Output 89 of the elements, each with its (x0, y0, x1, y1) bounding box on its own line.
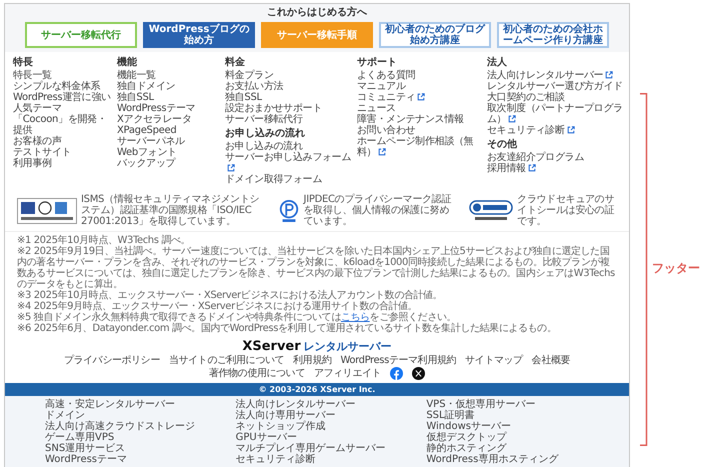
service-link[interactable]: GPUサーバー (236, 432, 426, 443)
footer-link[interactable]: 利用事例 (13, 158, 113, 169)
footer-link[interactable]: サーバーパネル (117, 136, 221, 147)
footer-link[interactable]: 障害・メンテナンス情報 (357, 114, 483, 125)
footer-link[interactable]: レンタルサーバー選び方ガイド (487, 81, 629, 92)
copyright-bar: © 2003-2026 XServer Inc. (5, 383, 629, 396)
service-link[interactable]: WordPressテーマ (45, 454, 236, 465)
footer-link[interactable]: WordPress運営に強い (13, 92, 113, 103)
footer-link[interactable]: 人気テーマ「Cocoon」を開発・提供 (13, 103, 113, 136)
footer-link[interactable]: コミュニティ (357, 92, 483, 103)
service-link[interactable]: 仮想デスクトップ (426, 432, 617, 443)
footer-link[interactable]: 機能一覧 (117, 70, 221, 81)
footer-link[interactable]: お申し込みの流れ (225, 141, 353, 152)
banner-link[interactable]: サーバー移転代行 (25, 22, 137, 48)
footer-nav-link[interactable]: 利用規約 (293, 355, 332, 366)
footer-link[interactable]: 設定おまかせサポート (225, 103, 353, 114)
certification-text: ISMS（情報セキュリティマネジメントシステム）認証基準の国際規格「ISO/IEC 27001:2013」を取得しています。 (81, 194, 260, 227)
service-link[interactable]: SSL証明書 (426, 410, 617, 421)
footer-link[interactable]: マニュアル (357, 81, 483, 92)
footer-nav-link[interactable]: 会社概要 (532, 355, 570, 366)
footer-link[interactable]: ホームページ制作相談（無料） (357, 136, 483, 158)
service-link[interactable]: SNS運用サービス (45, 443, 236, 454)
footer-nav-link[interactable]: プライバシーポリシー (64, 355, 160, 366)
footer-nav-link[interactable]: アフィリエイト (314, 368, 382, 379)
column-heading: お申し込みの流れ (225, 128, 306, 140)
service-link[interactable]: 静的ホスティング (426, 443, 617, 454)
footnote-link[interactable]: こちら (340, 312, 370, 323)
footer-link[interactable]: お友達紹介プログラム (487, 152, 629, 163)
service-link[interactable]: Windowsサーバー (426, 421, 617, 432)
footnote: ※5 独自ドメイン永久無料特典で取得できるドメインや特典条件についてはこちらをご参照ください。 (17, 312, 456, 323)
footer-link[interactable]: Webフォント (117, 147, 221, 158)
footnote: ※3 2025年10月時点、エックスサーバー・XServerビジネスにおける法人アカウント数の合計値。 (17, 290, 444, 301)
footer-link[interactable]: 料金プラン (225, 70, 353, 81)
column-heading: その他 (487, 139, 518, 151)
service-link[interactable]: 高速・安定レンタルサーバー (45, 399, 236, 410)
service-link[interactable]: 法人向け高速クラウドストレージ (45, 421, 236, 432)
footer-link[interactable]: Xアクセラレータ (117, 114, 221, 125)
footer-link[interactable]: ニュース (357, 103, 483, 114)
footer-link[interactable]: 特長一覧 (13, 70, 113, 81)
footer-link[interactable]: お支払い方法 (225, 81, 353, 92)
footer-link[interactable]: WordPressテーマ (117, 103, 221, 114)
column-heading: 法人 (487, 57, 508, 69)
service-link[interactable]: ゲーム専用VPS (45, 432, 236, 443)
banner-link[interactable]: 初心者のための会社ホームページ作り方講座 (497, 22, 609, 48)
certification-text: JIPDECのプライバシーマーク認証を取得し、個人情報の保護に努めています。 (304, 194, 452, 227)
footer-link[interactable]: XPageSpeed (117, 125, 221, 136)
footer-link[interactable]: テストサイト (13, 147, 113, 158)
footer-link[interactable]: 法人向けレンタルサーバー (487, 70, 629, 81)
footer-link[interactable]: バックアップ (117, 158, 221, 169)
footer-link[interactable]: 大口契約のご相談 (487, 92, 629, 103)
banner-link[interactable]: 初心者のためのブログ始め方講座 (379, 22, 491, 48)
footnote: ※2 2025年9月19日、当社調べ。サーバー速度については、当社サービスを除いた日本国内シェア上位5サービスおよび独自に選定した国内の著名サーバー・プランを含み、それぞれのサービス・プランを対象に、k6loadを1000同時接続した結果によるもの。比較プランが複数あるサービスについては、独自に選定したプランを除き、サービス内の最下位プランで計測した結果によるもの。国内シェアはW3Techsのデータをもとに算出。 (17, 246, 616, 290)
footnote: ※6 2025年6月、Datayonder.com 調べ。国内でWordPressを利用して運用されているサイト数を集計した結果によるもの。 (17, 323, 558, 334)
column-heading: サポート (357, 57, 398, 69)
footer-link[interactable]: 取次制度（パートナープログラム） (487, 103, 629, 125)
footer-link[interactable]: 独自SSL (225, 92, 353, 103)
brand-logo[interactable]: XServer レンタルサーバー (242, 339, 392, 354)
footer-link[interactable]: サーバー移転代行 (225, 114, 353, 125)
footer-link[interactable]: お問い合わせ (357, 125, 483, 136)
column-heading: 特長 (13, 57, 34, 69)
footer-nav-link[interactable]: サイトマップ (465, 355, 523, 366)
footer-nav-link[interactable]: WordPressテーマ利用規約 (340, 355, 456, 366)
service-link[interactable]: ドメイン (45, 410, 236, 421)
service-link[interactable]: セキュリティ診断 (236, 454, 426, 465)
section-title: これからはじめる方へ (267, 7, 367, 19)
footer-nav-link[interactable]: 当サイトのご利用について (168, 355, 284, 366)
service-link[interactable]: 法人向け専用サーバー (236, 410, 426, 421)
service-link[interactable]: マルチプレイ専用ゲームサーバー (236, 443, 426, 454)
footnote: ※1 2025年10月時点、W3Techs 調べ。 (17, 235, 192, 246)
footer-link[interactable]: お客様の声 (13, 136, 113, 147)
footer-link[interactable]: サーバーお申し込みフォーム (225, 152, 353, 174)
certification-text: クラウドセキュアのサイトシールは安心の証です。 (517, 194, 616, 227)
footer-link[interactable]: 独自ドメイン (117, 81, 221, 92)
footer-link[interactable]: 採用情報 (487, 163, 629, 174)
service-link[interactable]: WordPress専用ホスティング (426, 454, 617, 465)
footer-link[interactable]: よくある質問 (357, 70, 483, 81)
column-heading: 料金 (225, 57, 246, 69)
service-link[interactable]: ネットショップ作成 (236, 421, 426, 432)
column-heading: 機能 (117, 57, 138, 69)
footer-nav-link[interactable]: 著作物の使用について (208, 368, 305, 379)
footnote: ※4 2025年9月時点、エックスサーバー・XServerビジネスにおける運用サイト数の合計値。 (17, 301, 418, 312)
banner-link[interactable]: WordPressブログの始め方 (143, 22, 255, 48)
service-link[interactable]: 法人向けレンタルサーバー (236, 399, 426, 410)
footer-link[interactable]: セキュリティ診断 (487, 125, 629, 136)
footer-link[interactable]: 独自SSL (117, 92, 221, 103)
footer-link[interactable]: シンプルな料金体系 (13, 81, 113, 92)
footer-link[interactable]: ドメイン取得フォーム (225, 174, 353, 185)
annotation-label: フッター (652, 260, 700, 277)
service-link[interactable]: VPS・仮想専用サーバー (426, 399, 617, 410)
